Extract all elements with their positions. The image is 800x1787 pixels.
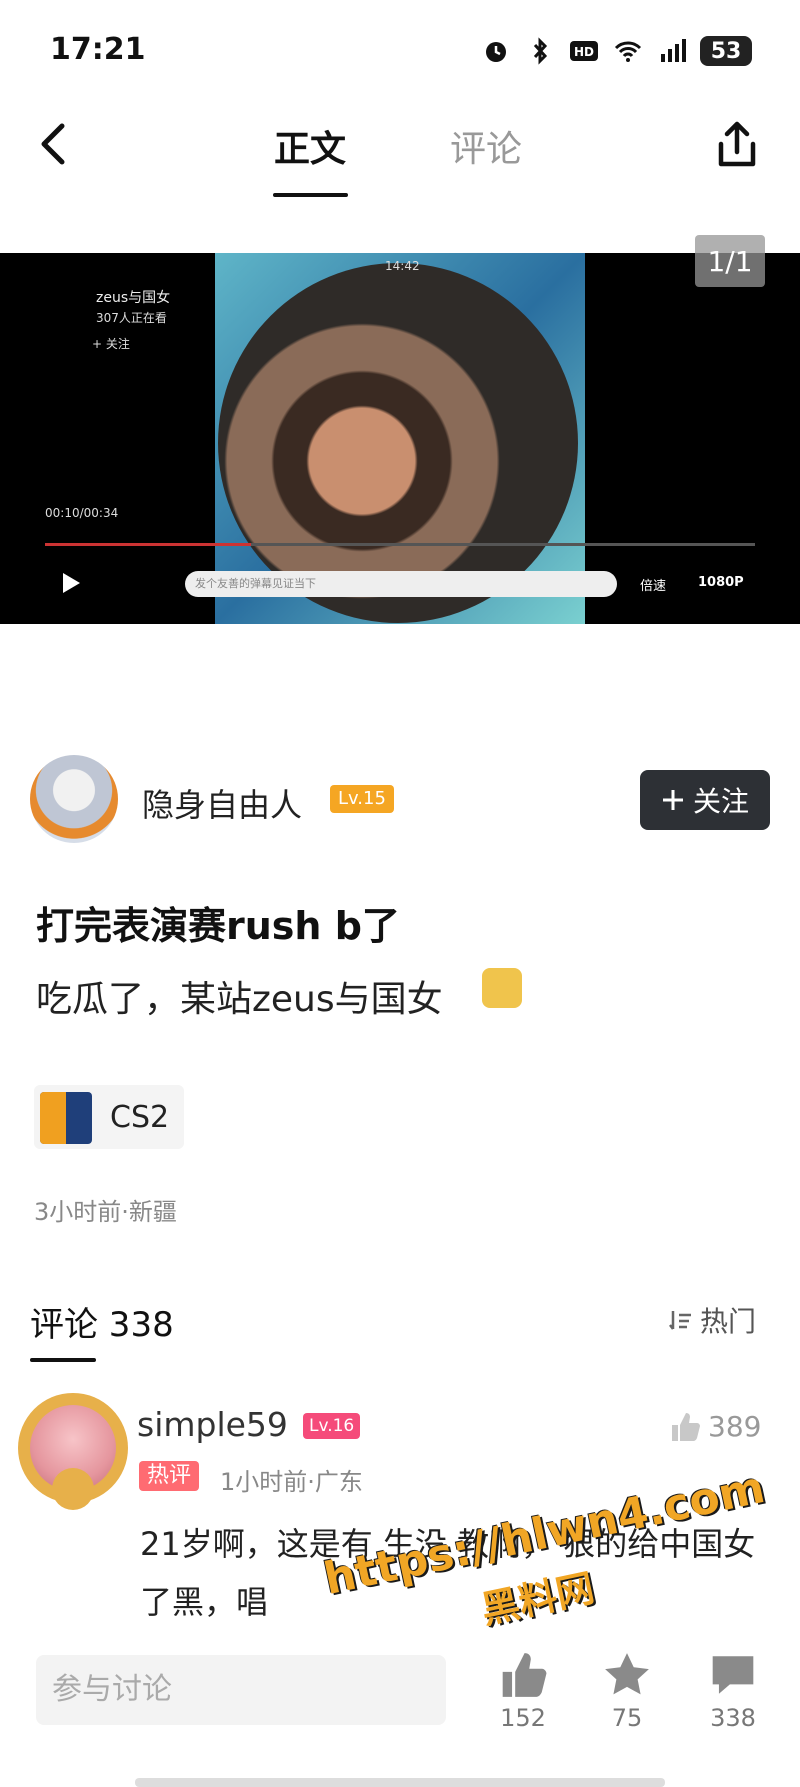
image-counter: 1/1 — [695, 235, 765, 287]
speed-button[interactable]: 倍速 — [640, 575, 666, 594]
comment-like-button[interactable]: 389 — [668, 1410, 761, 1443]
sort-icon — [669, 1311, 691, 1330]
comment-like-count: 389 — [708, 1410, 762, 1443]
post-title: 打完表演赛rush b了 — [36, 904, 400, 948]
wifi-icon — [614, 41, 642, 62]
tab-main-indicator — [273, 193, 348, 197]
share-icon[interactable] — [715, 118, 759, 172]
thumbs-up-icon — [502, 1653, 547, 1697]
back-icon[interactable] — [34, 118, 74, 170]
video-title: zeus与国女 — [96, 290, 171, 306]
like-button[interactable]: 152 — [488, 1650, 558, 1732]
bluetooth-icon — [533, 37, 548, 65]
cat-emoji-icon — [482, 968, 522, 1008]
follow-button-label: 关注 — [692, 785, 749, 818]
signal-5g-icon — [661, 39, 686, 62]
plus-icon — [662, 790, 683, 810]
topic-label[interactable]: CS2 — [110, 1100, 169, 1135]
sort-label: 热门 — [700, 1305, 757, 1338]
like-count: 152 — [500, 1704, 546, 1732]
status-icons: HD 53 — [480, 34, 752, 68]
comment-bubble-icon — [712, 1656, 754, 1694]
video-progress-fill — [45, 543, 251, 546]
comments-header-indicator — [30, 1358, 96, 1362]
comment-username[interactable]: simple59 — [137, 1405, 288, 1444]
tab-comments[interactable]: 评论 — [450, 120, 522, 172]
video-player[interactable]: zeus与国女 307人正在看 + 关注 14:42 00:10/00:34 发… — [0, 253, 800, 624]
play-icon[interactable] — [60, 571, 82, 595]
comment-level-badge: Lv.16 — [303, 1413, 361, 1439]
video-clock: 14:42 — [385, 259, 420, 273]
status-bar: 17:21 HD 53 — [0, 0, 800, 100]
status-time: 17:21 — [50, 32, 146, 67]
video-frame-image — [218, 263, 578, 623]
thumbs-up-icon — [672, 1412, 700, 1441]
hd-icon: HD — [570, 41, 598, 61]
author-avatar[interactable] — [30, 755, 118, 843]
comment-count: 338 — [710, 1704, 756, 1732]
svg-text:HD: HD — [574, 45, 594, 59]
author-level-badge: Lv.15 — [330, 785, 394, 813]
comments-header: 评论 338 — [30, 1305, 174, 1345]
tab-main[interactable]: 正文 — [274, 120, 346, 172]
video-elapsed: 00:10/00:34 — [45, 506, 119, 520]
favorite-button[interactable]: 75 — [592, 1650, 662, 1732]
hot-comment-tag: 热评 — [139, 1461, 200, 1491]
cs2-logo-accent — [40, 1092, 66, 1144]
star-icon — [605, 1653, 649, 1695]
post-body: 吃瓜了，某站zeus与国女 — [36, 979, 443, 1020]
sort-hot-button[interactable]: 热门 — [668, 1300, 756, 1340]
battery-icon: 53 — [700, 36, 752, 66]
comment-meta: 1小时前·广东 — [220, 1468, 363, 1496]
author-name[interactable]: 隐身自由人 — [142, 780, 302, 826]
quality-button[interactable]: 1080P — [698, 575, 744, 590]
avatar-emblem-icon — [52, 1468, 94, 1510]
post-meta: 3小时前·新疆 — [34, 1198, 177, 1226]
comment-input[interactable]: 参与讨论 — [36, 1655, 446, 1725]
home-indicator[interactable] — [135, 1778, 665, 1787]
alarm-icon — [486, 42, 506, 62]
video-follow[interactable]: + 关注 — [92, 335, 130, 352]
danmu-input[interactable]: 发个友善的弹幕见证当下 — [185, 571, 617, 597]
star-count: 75 — [611, 1704, 643, 1732]
comment-button[interactable]: 338 — [698, 1650, 768, 1732]
follow-button[interactable]: 关注 — [640, 770, 770, 830]
video-viewers: 307人正在看 — [96, 311, 167, 325]
